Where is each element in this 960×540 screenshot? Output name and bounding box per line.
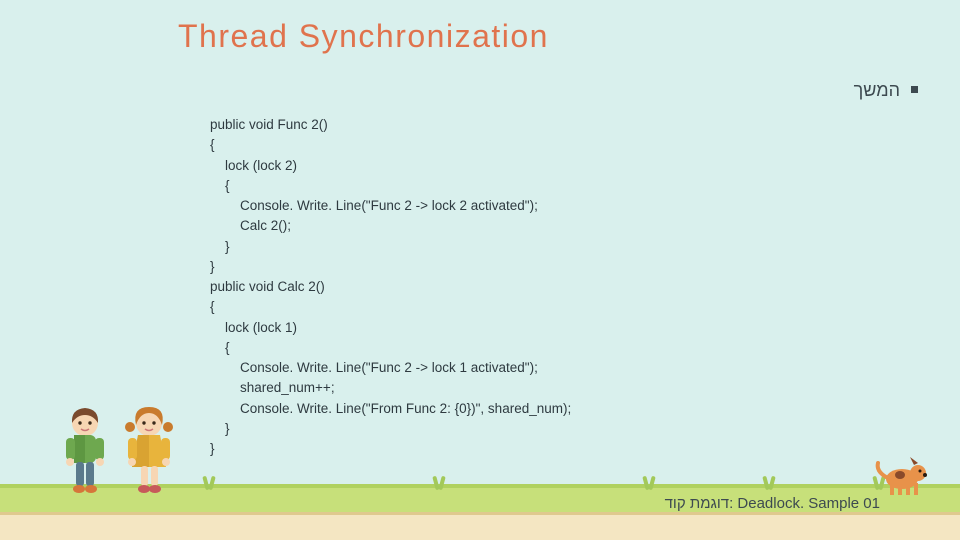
code-line: {: [210, 340, 230, 355]
code-line: shared_num++;: [210, 380, 335, 395]
code-line: }: [210, 421, 230, 436]
code-line: }: [210, 441, 215, 456]
grass-icon: [430, 472, 448, 490]
code-line: {: [210, 137, 215, 152]
code-line: {: [210, 178, 230, 193]
bullet-icon: [911, 86, 918, 93]
code-line: {: [210, 299, 215, 314]
code-line: lock (lock 1): [210, 320, 297, 335]
grass-icon: [640, 472, 658, 490]
slide-title: Thread Synchronization: [178, 18, 549, 55]
path-decoration: [0, 512, 960, 540]
footer-hebrew: דוגמת קוד:: [665, 495, 734, 512]
code-block: public void Func 2() { lock (lock 2) { C…: [210, 115, 571, 459]
grass-icon: [200, 472, 218, 490]
code-line: Console. Write. Line("Func 2 -> lock 1 a…: [210, 360, 538, 375]
code-line: public void Calc 2(): [210, 279, 325, 294]
boy-illustration: [55, 405, 115, 500]
footer-caption: דוגמת קוד: Deadlock. Sample 01: [665, 495, 880, 512]
code-line: Console. Write. Line("Func 2 -> lock 2 a…: [210, 198, 538, 213]
girl-illustration: [118, 405, 180, 500]
subtitle: המשך: [854, 80, 900, 101]
code-line: Console. Write. Line("From Func 2: {0})"…: [210, 401, 571, 416]
code-line: lock (lock 2): [210, 158, 297, 173]
code-line: Calc 2();: [210, 218, 291, 233]
code-line: public void Func 2(): [210, 117, 328, 132]
code-line: }: [210, 259, 215, 274]
grass-icon: [760, 472, 778, 490]
footer-english: Deadlock. Sample 01: [737, 495, 880, 512]
code-line: }: [210, 239, 230, 254]
slide: Thread Synchronization המשך public void …: [0, 0, 960, 540]
